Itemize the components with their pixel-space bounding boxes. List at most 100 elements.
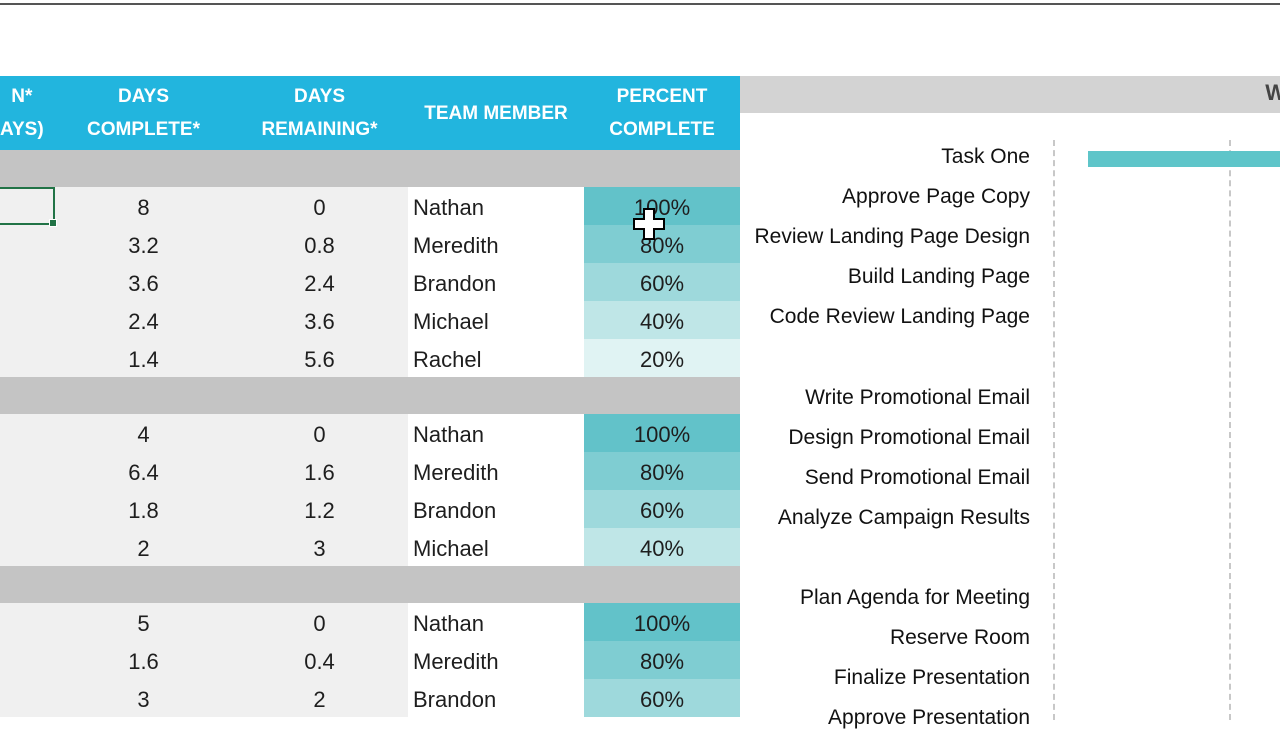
duration-cell[interactable] xyxy=(0,301,56,339)
days-complete-cell[interactable]: 5 xyxy=(56,603,231,641)
table-row: 8 0 Nathan 100% xyxy=(0,187,740,225)
percent-complete-cell[interactable]: 100% xyxy=(584,414,740,452)
days-remaining-cell[interactable]: 3.6 xyxy=(231,301,408,339)
header-days-complete-line1: DAYS xyxy=(117,86,170,107)
gantt-header: W xyxy=(740,76,1280,113)
duration-cell[interactable] xyxy=(0,452,56,490)
header-days-complete[interactable]: DAYS COMPLETE* xyxy=(56,76,231,150)
days-complete-cell[interactable]: 6.4 xyxy=(56,452,231,490)
days-complete-cell[interactable]: 3.2 xyxy=(56,225,231,263)
gantt-header-title: W xyxy=(1265,80,1280,105)
gantt-task-label[interactable]: Analyze Campaign Results xyxy=(778,506,1030,530)
team-member-cell[interactable]: Brandon xyxy=(408,679,584,717)
percent-complete-cell[interactable]: 80% xyxy=(584,641,740,679)
days-remaining-cell[interactable]: 0.4 xyxy=(231,641,408,679)
days-remaining-cell[interactable]: 1.2 xyxy=(231,490,408,528)
days-complete-cell[interactable]: 1.4 xyxy=(56,339,231,377)
gantt-task-label[interactable]: Code Review Landing Page xyxy=(770,305,1030,329)
gantt-task-label[interactable]: Build Landing Page xyxy=(848,265,1030,289)
percent-complete-cell[interactable]: 60% xyxy=(584,490,740,528)
duration-cell[interactable] xyxy=(0,528,56,566)
days-remaining-cell[interactable]: 1.6 xyxy=(231,452,408,490)
table-row: 2 3 Michael 40% xyxy=(0,528,740,566)
days-complete-cell[interactable]: 2.4 xyxy=(56,301,231,339)
team-member-cell[interactable]: Nathan xyxy=(408,414,584,452)
gantt-task-label[interactable]: Review Landing Page Design xyxy=(754,225,1030,249)
days-remaining-cell[interactable]: 0 xyxy=(231,187,408,225)
duration-cell[interactable] xyxy=(0,603,56,641)
gantt-task-label[interactable]: Write Promotional Email xyxy=(805,386,1030,410)
duration-cell[interactable] xyxy=(0,263,56,301)
table-row: 1.4 5.6 Rachel 20% xyxy=(0,339,740,377)
team-member-cell[interactable]: Meredith xyxy=(408,452,584,490)
team-member-cell[interactable]: Michael xyxy=(408,528,584,566)
team-member-cell[interactable]: Brandon xyxy=(408,490,584,528)
team-member-cell[interactable]: Michael xyxy=(408,301,584,339)
duration-cell[interactable] xyxy=(0,641,56,679)
table-row: 1.6 0.4 Meredith 80% xyxy=(0,641,740,679)
days-remaining-cell[interactable]: 2.4 xyxy=(231,263,408,301)
percent-complete-cell[interactable]: 20% xyxy=(584,339,740,377)
header-percent-complete[interactable]: PERCENT COMPLETE xyxy=(584,76,740,150)
percent-complete-cell[interactable]: 60% xyxy=(584,679,740,717)
header-percent-line1: PERCENT xyxy=(616,86,708,107)
header-team-member-label: TEAM MEMBER xyxy=(424,102,568,124)
gantt-task-label[interactable]: Design Promotional Email xyxy=(788,426,1030,450)
team-member-cell[interactable]: Brandon xyxy=(408,263,584,301)
header-team-member[interactable]: TEAM MEMBER xyxy=(408,76,584,150)
header-duration-line2: AYS) xyxy=(0,119,44,140)
days-complete-cell[interactable]: 8 xyxy=(56,187,231,225)
days-complete-cell[interactable]: 1.6 xyxy=(56,641,231,679)
gantt-task-label[interactable]: Reserve Room xyxy=(890,626,1030,650)
gantt-task-label[interactable]: Task One xyxy=(941,145,1030,169)
percent-complete-cell[interactable]: 80% xyxy=(584,452,740,490)
team-member-cell[interactable]: Rachel xyxy=(408,339,584,377)
header-days-remaining-line1: DAYS xyxy=(293,86,346,107)
gantt-task-label[interactable]: Approve Page Copy xyxy=(842,185,1030,209)
percent-complete-cell[interactable]: 60% xyxy=(584,263,740,301)
header-duration[interactable]: N* AYS) xyxy=(0,76,56,150)
duration-cell[interactable] xyxy=(0,414,56,452)
table-row: 3.6 2.4 Brandon 60% xyxy=(0,263,740,301)
section-header-row[interactable] xyxy=(0,377,740,414)
days-complete-cell[interactable]: 1.8 xyxy=(56,490,231,528)
days-remaining-cell[interactable]: 0 xyxy=(231,414,408,452)
days-complete-cell[interactable]: 3.6 xyxy=(56,263,231,301)
days-remaining-cell[interactable]: 2 xyxy=(231,679,408,717)
section-header-row[interactable] xyxy=(0,150,740,187)
duration-cell[interactable] xyxy=(0,490,56,528)
percent-complete-cell[interactable]: 40% xyxy=(584,301,740,339)
table-row: 2.4 3.6 Michael 40% xyxy=(0,301,740,339)
table-row: 1.8 1.2 Brandon 60% xyxy=(0,490,740,528)
duration-cell[interactable] xyxy=(0,225,56,263)
duration-cell[interactable] xyxy=(0,339,56,377)
duration-cell[interactable] xyxy=(0,679,56,717)
header-days-complete-line2: COMPLETE* xyxy=(87,119,200,140)
days-remaining-cell[interactable]: 0.8 xyxy=(231,225,408,263)
gantt-bar[interactable] xyxy=(1088,151,1280,167)
table-row: 3 2 Brandon 60% xyxy=(0,679,740,717)
days-remaining-cell[interactable]: 3 xyxy=(231,528,408,566)
table-row: 4 0 Nathan 100% xyxy=(0,414,740,452)
days-complete-cell[interactable]: 4 xyxy=(56,414,231,452)
gantt-task-label[interactable]: Finalize Presentation xyxy=(834,666,1030,690)
team-member-cell[interactable]: Nathan xyxy=(408,187,584,225)
gantt-task-label[interactable]: Plan Agenda for Meeting xyxy=(800,586,1030,610)
days-complete-cell[interactable]: 2 xyxy=(56,528,231,566)
crosshair-cursor-icon xyxy=(633,208,665,240)
days-remaining-cell[interactable]: 0 xyxy=(231,603,408,641)
days-complete-cell[interactable]: 3 xyxy=(56,679,231,717)
selected-cell[interactable] xyxy=(0,187,57,227)
gantt-task-label[interactable]: Send Promotional Email xyxy=(805,466,1030,490)
header-percent-line2: COMPLETE xyxy=(609,119,715,140)
team-member-cell[interactable]: Meredith xyxy=(408,641,584,679)
gantt-task-label[interactable]: Approve Presentation xyxy=(828,706,1030,730)
team-member-cell[interactable]: Nathan xyxy=(408,603,584,641)
fill-handle[interactable] xyxy=(49,219,57,227)
percent-complete-cell[interactable]: 100% xyxy=(584,603,740,641)
section-header-row[interactable] xyxy=(0,566,740,603)
percent-complete-cell[interactable]: 40% xyxy=(584,528,740,566)
header-days-remaining[interactable]: DAYS REMAINING* xyxy=(231,76,408,150)
team-member-cell[interactable]: Meredith xyxy=(408,225,584,263)
days-remaining-cell[interactable]: 5.6 xyxy=(231,339,408,377)
